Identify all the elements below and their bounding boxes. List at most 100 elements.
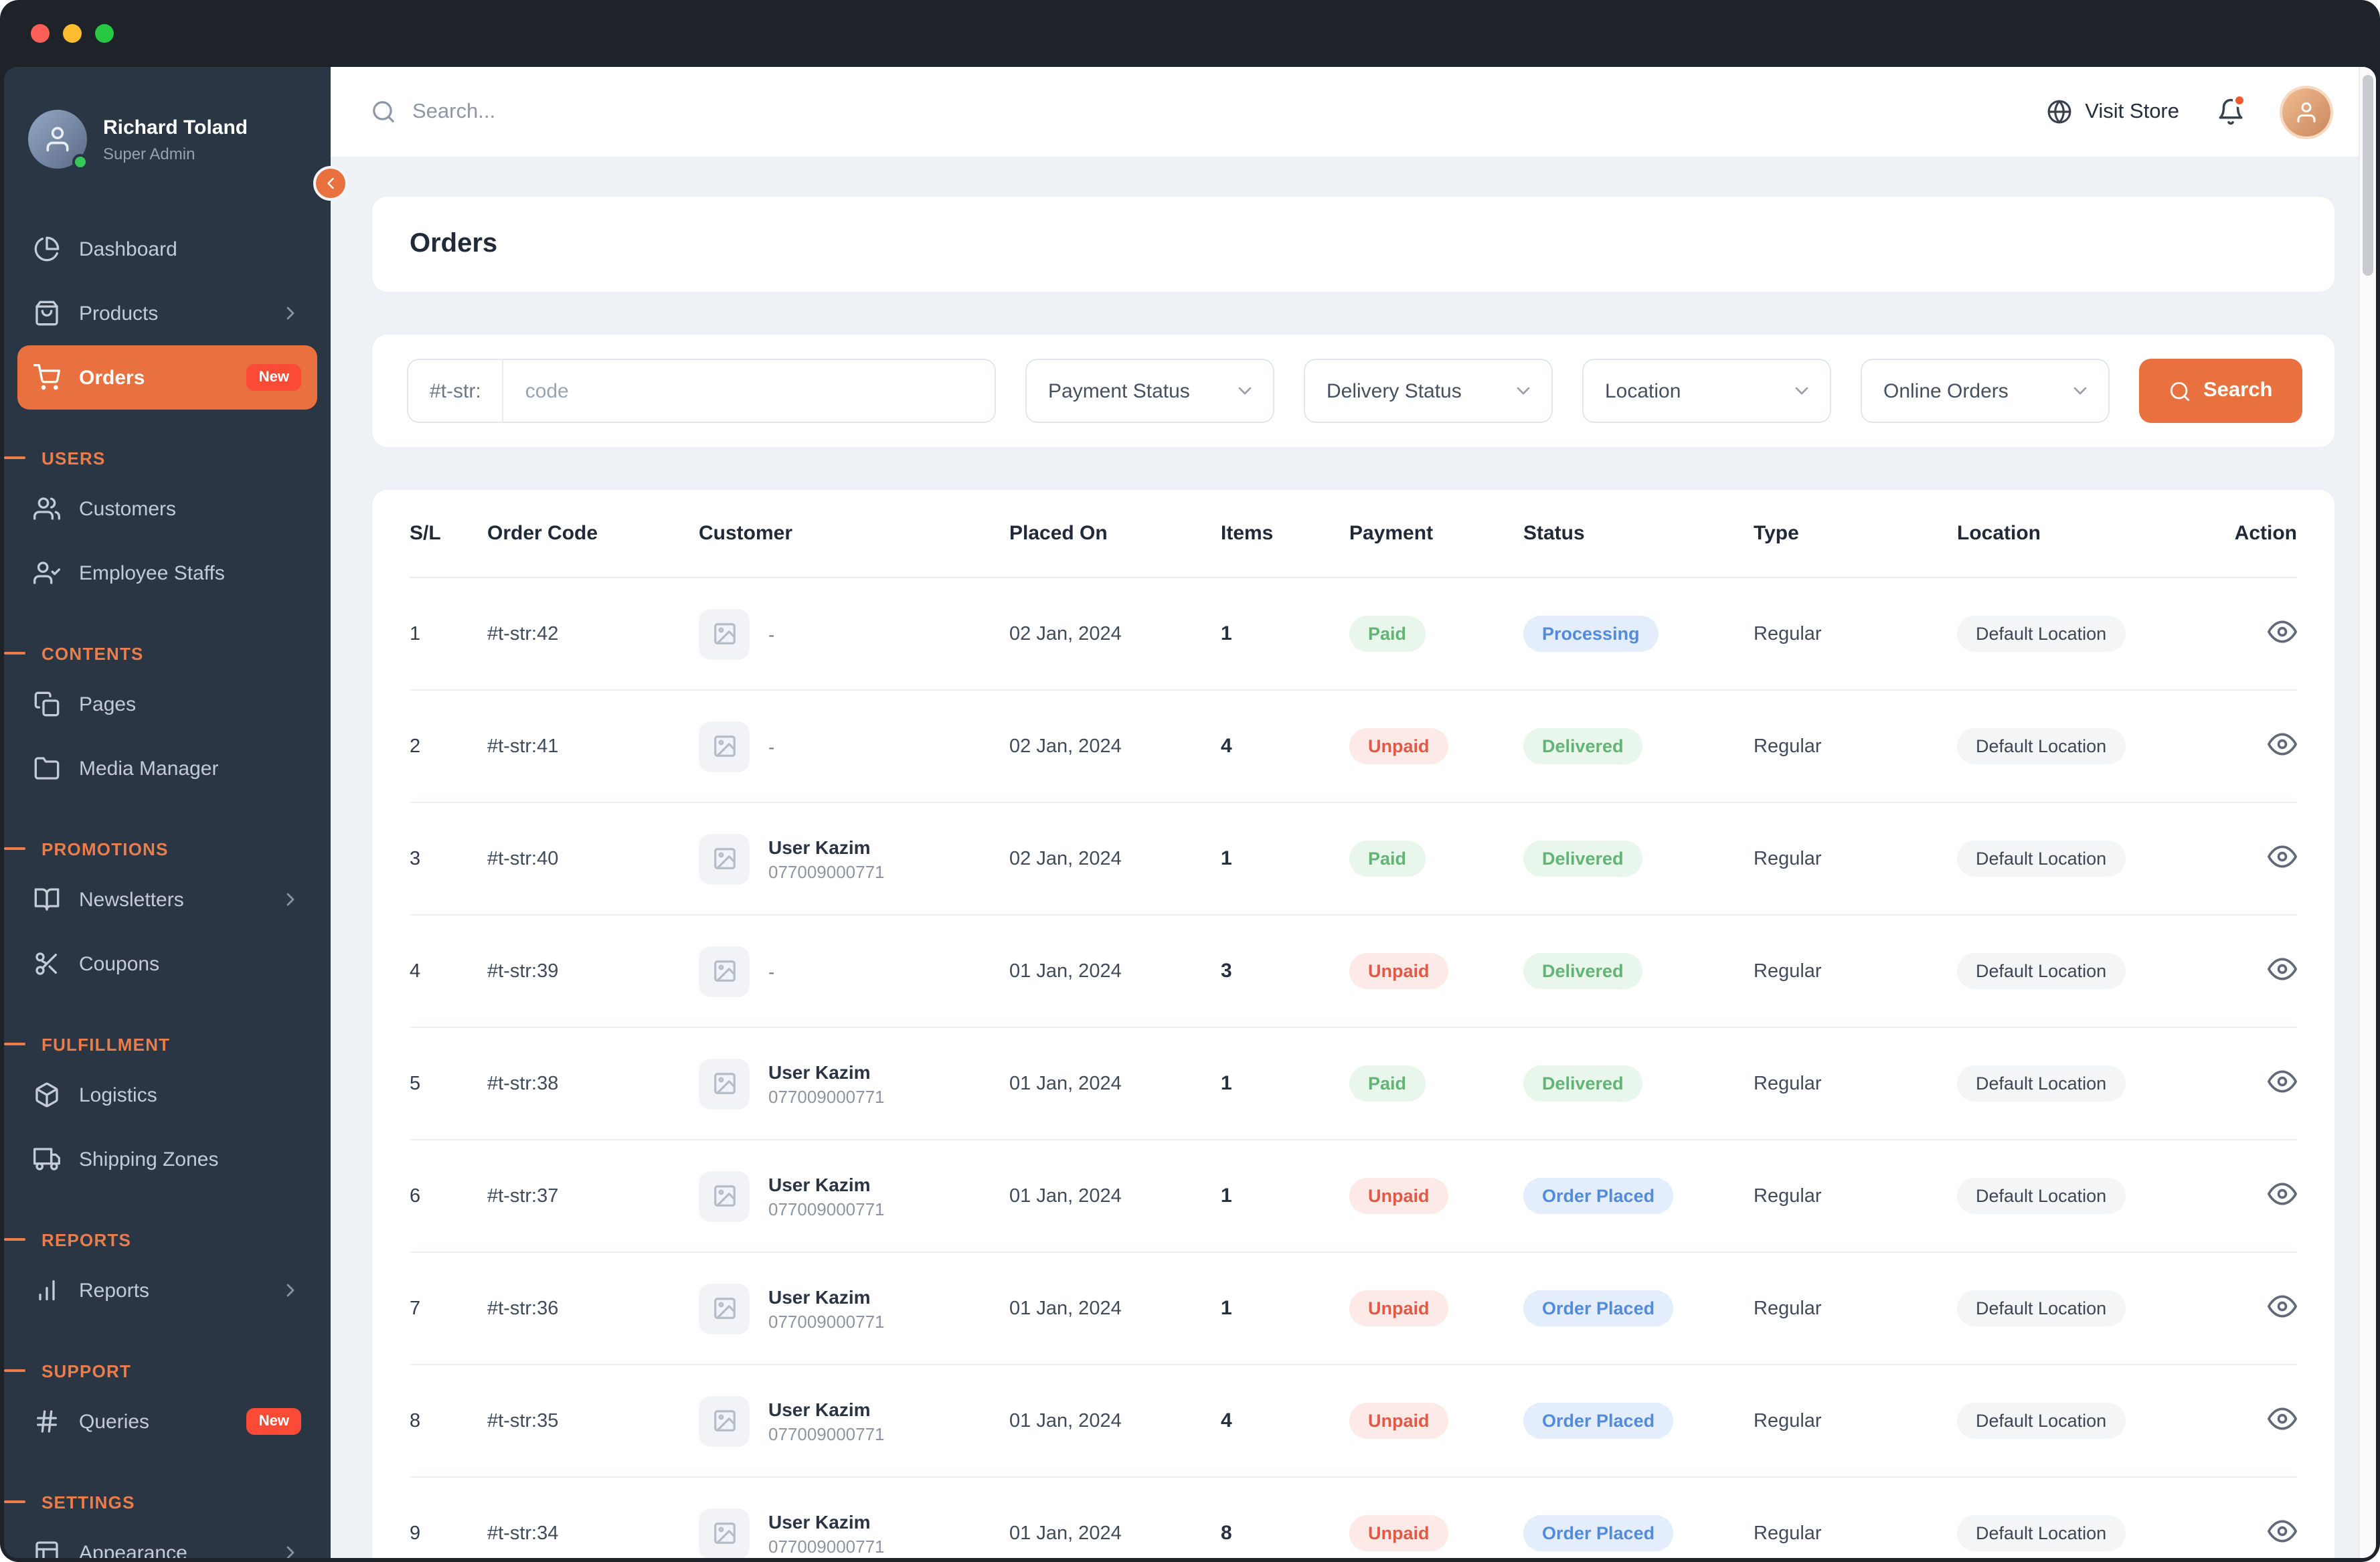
cell-placed-on: 01 Jan, 2024 — [1009, 1410, 1122, 1431]
order-code-input[interactable] — [503, 360, 995, 422]
order-code-prefix: #t-str: — [408, 360, 504, 422]
delivery-status-dropdown-label: Delivery Status — [1327, 379, 1462, 402]
location-badge: Default Location — [1957, 616, 2126, 652]
search-input[interactable] — [412, 100, 974, 124]
sidebar-item-newsletters[interactable]: Newsletters — [17, 867, 317, 932]
sidebar-item-coupons[interactable]: Coupons — [17, 932, 317, 996]
order-type-dropdown-label: Online Orders — [1883, 379, 2009, 402]
notifications-button[interactable] — [2217, 94, 2246, 126]
profile-role: Super Admin — [103, 144, 195, 163]
customer-avatar — [699, 1283, 750, 1334]
search-button[interactable]: Search — [2139, 359, 2302, 423]
col-customer: Customer — [699, 522, 793, 545]
sidebar-item-dashboard[interactable]: Dashboard — [17, 217, 317, 281]
location-dropdown[interactable]: Location — [1582, 359, 1831, 423]
customer-phone: 077009000771 — [768, 1311, 885, 1331]
location-badge: Default Location — [1957, 1290, 2126, 1326]
status-badge: Order Placed — [1523, 1290, 1674, 1326]
order-type-dropdown[interactable]: Online Orders — [1861, 359, 2110, 423]
zoom-window-button[interactable] — [95, 24, 114, 43]
cell-order-code: #t-str:38 — [487, 1073, 559, 1094]
table-row: 9 #t-str:34 User Kazim 077009000771 01 J… — [410, 1478, 2297, 1558]
payment-badge: Unpaid — [1349, 1290, 1448, 1326]
eye-icon[interactable] — [2268, 616, 2297, 646]
sidebar-section-support: SUPPORT — [17, 1352, 317, 1389]
sidebar: Richard Toland Super Admin Dashboard Prod… — [4, 67, 331, 1558]
sidebar-profile[interactable]: Richard Toland Super Admin — [4, 67, 331, 201]
scrollbar-thumb[interactable] — [2363, 75, 2373, 276]
sidebar-item-logistics[interactable]: Logistics — [17, 1063, 317, 1127]
cell-items: 8 — [1221, 1522, 1232, 1545]
status-badge: Delivered — [1523, 1065, 1642, 1102]
sidebar-item-label: Media Manager — [79, 757, 219, 780]
sidebar-item-reports[interactable]: Reports — [17, 1258, 317, 1322]
sidebar-item-customers[interactable]: Customers — [17, 476, 317, 541]
bag-icon — [33, 300, 60, 327]
eye-icon[interactable] — [2268, 1291, 2297, 1320]
customer-name: User Kazim — [768, 836, 871, 857]
truck-icon — [33, 1146, 60, 1173]
minimize-window-button[interactable] — [63, 24, 82, 43]
table-row: 1 #t-str:42 - 02 Jan, 2024 1 Paid Proces… — [410, 578, 2297, 691]
user-check-icon — [33, 559, 60, 586]
payment-status-dropdown[interactable]: Payment Status — [1025, 359, 1274, 423]
sidebar-item-queries[interactable]: Queries New — [17, 1389, 317, 1454]
customer-name: - — [768, 960, 775, 982]
sidebar-item-label: Orders — [79, 366, 145, 389]
sidebar-item-label: Coupons — [79, 952, 160, 975]
cell-order-code: #t-str:35 — [487, 1410, 559, 1431]
cell-order-code: #t-str:41 — [487, 735, 559, 757]
sidebar-item-label: Pages — [79, 693, 137, 715]
scrollbar[interactable] — [2359, 67, 2376, 1558]
eye-icon[interactable] — [2268, 1516, 2297, 1545]
customer-avatar — [699, 833, 750, 884]
payment-badge: Unpaid — [1349, 728, 1448, 764]
cell-sl: 7 — [410, 1298, 421, 1319]
sidebar-item-label: Shipping Zones — [79, 1148, 219, 1170]
cell-items: 1 — [1221, 1185, 1232, 1207]
customer-name: User Kazim — [768, 1286, 871, 1307]
sidebar-collapse-button[interactable] — [313, 166, 348, 201]
cell-sl: 4 — [410, 960, 421, 982]
sidebar-item-orders[interactable]: Orders New — [17, 345, 317, 410]
cell-placed-on: 02 Jan, 2024 — [1009, 735, 1122, 757]
page-content: Orders #t-str: Payment Status Delivery S — [331, 158, 2376, 1558]
status-badge: Order Placed — [1523, 1515, 1674, 1551]
table-row: 5 #t-str:38 User Kazim 077009000771 01 J… — [410, 1028, 2297, 1140]
search-icon — [371, 99, 396, 124]
sidebar-section-contents: CONTENTS — [17, 634, 317, 672]
sidebar-item-shipping-zones[interactable]: Shipping Zones — [17, 1127, 317, 1191]
cell-placed-on: 01 Jan, 2024 — [1009, 1298, 1122, 1319]
table-row: 4 #t-str:39 - 01 Jan, 2024 3 Unpaid Deli… — [410, 916, 2297, 1028]
eye-icon[interactable] — [2268, 729, 2297, 758]
sidebar-item-label: Products — [79, 302, 159, 325]
eye-icon[interactable] — [2268, 841, 2297, 871]
customer-name: User Kazim — [768, 1510, 871, 1532]
cell-customer: - — [699, 946, 1009, 996]
eye-icon[interactable] — [2268, 954, 2297, 983]
user-menu-avatar[interactable] — [2282, 88, 2330, 136]
hash-icon — [33, 1408, 60, 1435]
status-badge: Order Placed — [1523, 1403, 1674, 1439]
eye-icon[interactable] — [2268, 1179, 2297, 1208]
cell-items: 1 — [1221, 1297, 1232, 1320]
cell-customer: User Kazim 077009000771 — [699, 833, 1009, 884]
cell-items: 1 — [1221, 622, 1232, 645]
sidebar-item-employee-staffs[interactable]: Employee Staffs — [17, 541, 317, 605]
visit-store-button[interactable]: Visit Store — [2046, 99, 2179, 124]
delivery-status-dropdown[interactable]: Delivery Status — [1304, 359, 1553, 423]
payment-badge: Paid — [1349, 1065, 1426, 1102]
status-badge: Processing — [1523, 616, 1659, 652]
table-row: 7 #t-str:36 User Kazim 077009000771 01 J… — [410, 1253, 2297, 1365]
image-placeholder-icon — [711, 1296, 737, 1321]
close-window-button[interactable] — [31, 24, 50, 43]
sidebar-item-media-manager[interactable]: Media Manager — [17, 736, 317, 800]
eye-icon[interactable] — [2268, 1066, 2297, 1096]
location-badge: Default Location — [1957, 1065, 2126, 1102]
customer-phone: 077009000771 — [768, 1086, 885, 1106]
cell-customer: User Kazim 077009000771 — [699, 1508, 1009, 1558]
eye-icon[interactable] — [2268, 1403, 2297, 1433]
sidebar-item-appearance[interactable]: Appearance — [17, 1521, 317, 1558]
sidebar-item-pages[interactable]: Pages — [17, 672, 317, 736]
sidebar-item-products[interactable]: Products — [17, 281, 317, 345]
